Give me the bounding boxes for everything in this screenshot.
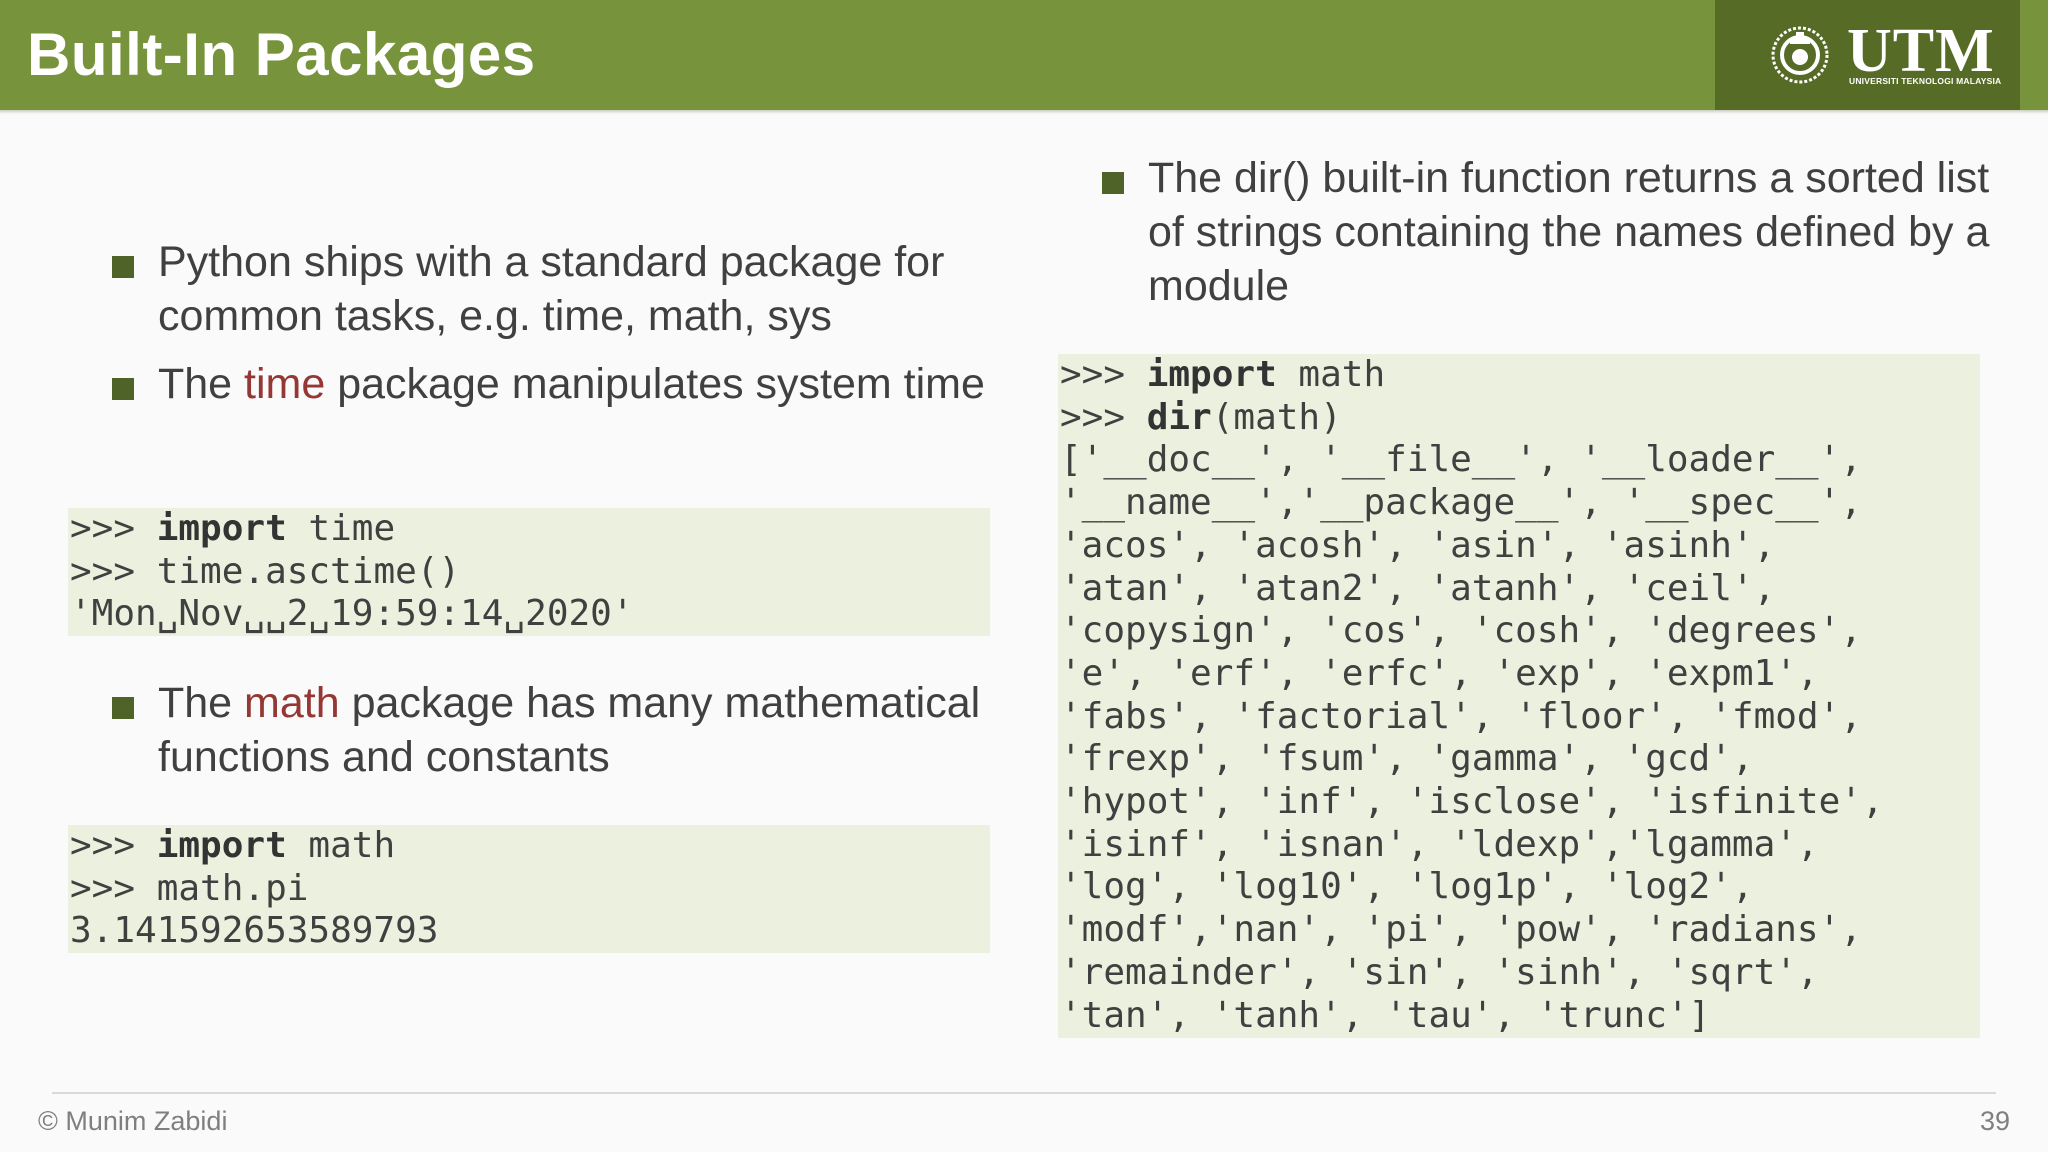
code-prompt: >>> [1060,354,1147,395]
bullet-text-pre: The [158,679,245,727]
bullet-text: The dir() built-in function returns a so… [1148,154,1990,310]
code-block-time: >>> import time >>> time.asctime() 'Mon␣… [68,508,990,636]
code-prompt: >>> [70,550,157,592]
left-bullet-list: Python ships with a standard package for… [112,235,1012,411]
code-text: time.asctime() [156,550,461,592]
code-prompt: >>> [70,867,157,909]
code-text: math.pi [156,867,309,909]
slide-title: Built-In Packages [27,21,536,88]
code-text: math [1276,354,1386,395]
code-block-math: >>> import math >>> math.pi 3.1415926535… [68,825,990,953]
math-bullet-list: The math package has many mathematical f… [112,676,1012,784]
code-output: 'Mon␣Nov␣␣2␣19:59:14␣2020' [70,593,634,635]
bullet-square-icon [1102,172,1124,194]
highlight-math: math [244,679,340,727]
code-text: time [286,508,396,549]
code-prompt: >>> [70,508,157,549]
code-keyword-import: import [156,508,287,549]
bullet-square-icon [112,697,134,719]
code-output: ['__doc__', '__file__', '__loader__', '_… [1060,439,1884,1036]
bullet-dir-function: The dir() built-in function returns a so… [1102,151,1992,313]
code-keyword-import: import [1146,354,1277,395]
code-text: (math) [1211,396,1342,438]
code-prompt: >>> [1060,396,1147,438]
utm-seal-icon [1771,26,1829,84]
bullet-text: Python ships with a standard package for… [158,238,945,340]
bullet-text-pre: The [158,360,245,408]
footer-divider [52,1092,1996,1094]
bullet-math-package: The math package has many mathematical f… [112,676,1012,784]
code-text: math [286,825,396,866]
bullet-time-package: The time package manipulates system time [112,357,1012,411]
footer-copyright: © Munim Zabidi [38,1106,228,1136]
bullet-python-packages: Python ships with a standard package for… [112,235,1012,343]
logo-wordmark: UTM [1847,17,1995,85]
bullet-text-post: package manipulates system time [325,360,985,408]
logo-subtitle: UNIVERSITI TEKNOLOGI MALAYSIA [1849,76,2002,86]
code-output: 3.141592653589793 [70,910,439,952]
right-bullet-list: The dir() built-in function returns a so… [1102,151,1992,313]
bullet-square-icon [112,378,134,400]
code-prompt: >>> [70,825,157,866]
bullet-square-icon [112,256,134,278]
utm-logo: UTM UNIVERSITI TEKNOLOGI MALAYSIA [1715,0,2020,110]
code-keyword-import: import [156,825,287,866]
code-keyword-dir: dir [1146,396,1212,438]
code-block-dir: >>> import math >>> dir(math) ['__doc__'… [1058,354,1980,1038]
page-number: 39 [1979,1106,2010,1136]
highlight-time: time [244,360,326,408]
title-bar-shadow [0,110,2048,114]
